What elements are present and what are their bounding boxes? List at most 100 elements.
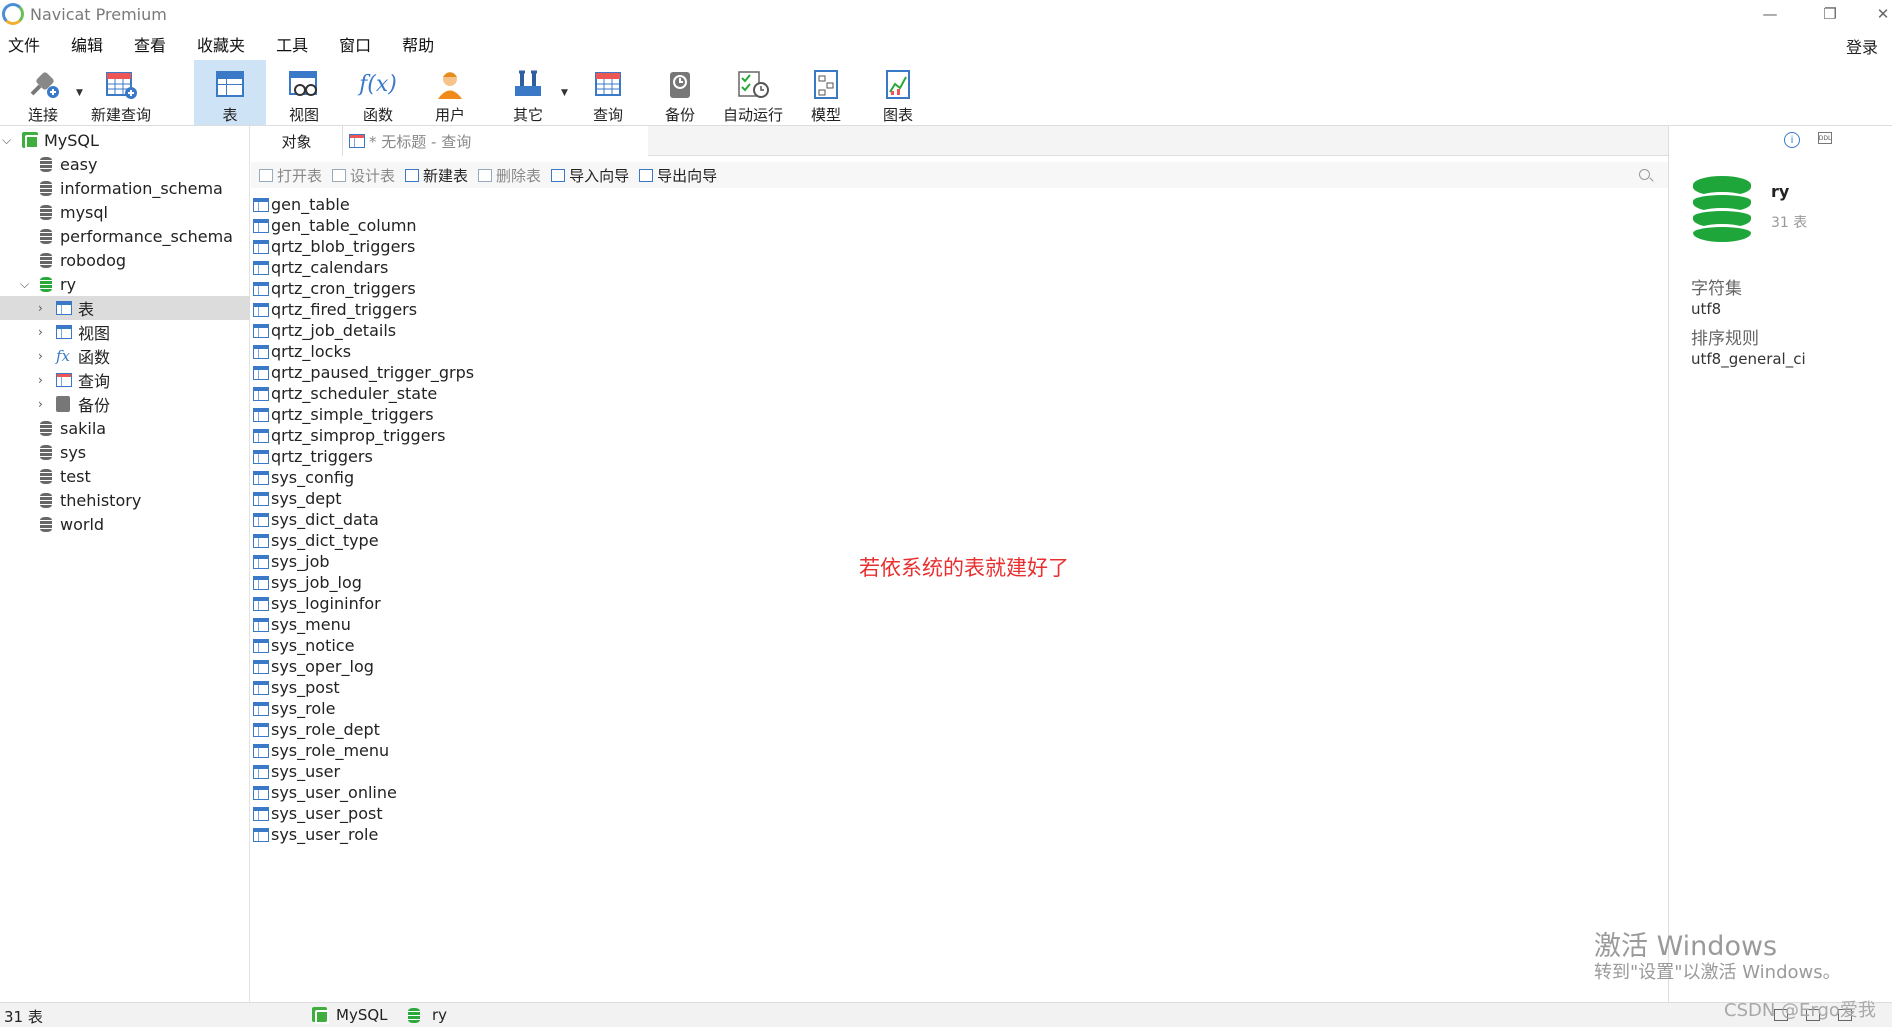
- delete-table-button[interactable]: 删除表: [478, 165, 541, 186]
- chevron-right-icon[interactable]: ›: [38, 397, 43, 411]
- table-row[interactable]: sys_job: [253, 551, 330, 572]
- table-row[interactable]: sys_oper_log: [253, 656, 374, 677]
- tree-db-test[interactable]: test: [0, 464, 250, 488]
- new-query-button[interactable]: 新建查询: [88, 60, 154, 125]
- menu-tools[interactable]: 工具: [264, 32, 320, 56]
- model-tool-button[interactable]: 模型: [800, 60, 852, 125]
- chevron-right-icon[interactable]: ›: [38, 301, 43, 315]
- table-row[interactable]: qrtz_fired_triggers: [253, 299, 417, 320]
- chevron-down-icon[interactable]: ⌵: [20, 277, 29, 292]
- other-dropdown-icon[interactable]: ▼: [561, 88, 568, 98]
- tree-ry-functions[interactable]: › fx 函数: [0, 344, 250, 368]
- table-row[interactable]: gen_table_column: [253, 215, 417, 236]
- mysql-connection-icon: [312, 1007, 329, 1024]
- chevron-right-icon[interactable]: ›: [38, 349, 43, 363]
- connection-dropdown-icon[interactable]: ▼: [76, 88, 83, 98]
- database-icon: [40, 252, 52, 268]
- table-row[interactable]: qrtz_simprop_triggers: [253, 425, 445, 446]
- table-row[interactable]: qrtz_simple_triggers: [253, 404, 434, 425]
- tree-db-sys[interactable]: sys: [0, 440, 250, 464]
- table-row[interactable]: sys_config: [253, 467, 354, 488]
- search-icon[interactable]: [1639, 169, 1650, 180]
- tab-untitled-query[interactable]: * 无标题 - 查询: [343, 126, 648, 156]
- tree-db-world[interactable]: world: [0, 512, 250, 536]
- design-table-button[interactable]: 设计表: [332, 165, 395, 186]
- table-name: qrtz_cron_triggers: [271, 279, 416, 298]
- info-icon[interactable]: i: [1784, 132, 1800, 148]
- table-row[interactable]: sys_job_log: [253, 572, 362, 593]
- table-row[interactable]: qrtz_blob_triggers: [253, 236, 415, 257]
- minimize-icon[interactable]: —: [1745, 0, 1795, 28]
- menu-file[interactable]: 文件: [0, 32, 52, 56]
- table-row[interactable]: qrtz_scheduler_state: [253, 383, 437, 404]
- table-row[interactable]: sys_dept: [253, 488, 342, 509]
- tree-db-performance-schema[interactable]: performance_schema: [0, 224, 250, 248]
- table-row[interactable]: sys_role_dept: [253, 719, 380, 740]
- tree-db-mysql[interactable]: mysql: [0, 200, 250, 224]
- table-icon: [253, 806, 269, 821]
- table-row[interactable]: sys_dict_data: [253, 509, 379, 530]
- tree-ry-queries[interactable]: › 查询: [0, 368, 250, 392]
- tree-db-information-schema[interactable]: information_schema: [0, 176, 250, 200]
- tree-ry-tables[interactable]: › 表: [0, 296, 250, 320]
- tree-db-easy[interactable]: easy: [0, 152, 250, 176]
- login-link[interactable]: 登录: [1846, 34, 1878, 58]
- chevron-down-icon[interactable]: ⌵: [2, 133, 11, 148]
- query-tool-button[interactable]: 查询: [582, 60, 634, 125]
- table-row[interactable]: qrtz_locks: [253, 341, 351, 362]
- table-row[interactable]: sys_user_role: [253, 824, 378, 845]
- import-wizard-button[interactable]: 导入向导: [551, 165, 629, 186]
- menu-help[interactable]: 帮助: [390, 32, 446, 56]
- table-row[interactable]: sys_notice: [253, 635, 354, 656]
- collation-label: 排序规则: [1691, 329, 1759, 349]
- table-tool-button[interactable]: 表: [194, 60, 266, 125]
- table-row[interactable]: sys_role: [253, 698, 335, 719]
- user-tool-button[interactable]: 用户: [424, 60, 476, 125]
- database-icon: [40, 492, 52, 508]
- tab-objects[interactable]: 对象: [251, 126, 343, 156]
- connection-button[interactable]: 连接: [18, 60, 68, 125]
- chart-tool-button[interactable]: 图表: [872, 60, 924, 125]
- table-row[interactable]: sys_logininfor: [253, 593, 381, 614]
- table-row[interactable]: sys_menu: [253, 614, 351, 635]
- ddl-icon[interactable]: DDL: [1818, 132, 1832, 144]
- menu-window[interactable]: 窗口: [327, 32, 383, 56]
- table-row[interactable]: sys_post: [253, 677, 340, 698]
- tree-ry-backups[interactable]: › 备份: [0, 392, 250, 416]
- table-row[interactable]: sys_user_post: [253, 803, 383, 824]
- view-icon: [56, 325, 72, 339]
- menu-favorites[interactable]: 收藏夹: [185, 32, 257, 56]
- tree-connection-mysql[interactable]: ⌵ MySQL: [0, 128, 250, 152]
- table-row[interactable]: sys_dict_type: [253, 530, 379, 551]
- tree-db-ry[interactable]: ⌵ ry: [0, 272, 250, 296]
- export-wizard-button[interactable]: 导出向导: [639, 165, 717, 186]
- table-row[interactable]: qrtz_job_details: [253, 320, 396, 341]
- table-row[interactable]: qrtz_paused_trigger_grps: [253, 362, 474, 383]
- table-row[interactable]: gen_table: [253, 194, 350, 215]
- menu-view[interactable]: 查看: [122, 32, 178, 56]
- restore-icon[interactable]: ❐: [1805, 0, 1855, 28]
- table-row[interactable]: qrtz_triggers: [253, 446, 373, 467]
- tree-db-thehistory[interactable]: thehistory: [0, 488, 250, 512]
- new-table-button[interactable]: 新建表: [405, 165, 468, 186]
- function-tool-button[interactable]: f(x) 函数: [352, 60, 404, 125]
- chevron-right-icon[interactable]: ›: [38, 325, 43, 339]
- view-tool-button[interactable]: 视图: [278, 60, 330, 125]
- close-icon[interactable]: ✕: [1858, 0, 1892, 28]
- windows-activation-hint: 转到"设置"以激活 Windows。: [1594, 962, 1841, 983]
- object-toolbar: 打开表 设计表 新建表 删除表 导入向导 导出向导: [251, 162, 1668, 188]
- tree-ry-views[interactable]: › 视图: [0, 320, 250, 344]
- other-tool-button[interactable]: 其它: [502, 60, 554, 125]
- auto-run-tool-button[interactable]: 自动运行: [720, 60, 786, 125]
- menu-edit[interactable]: 编辑: [59, 32, 115, 56]
- open-table-button[interactable]: 打开表: [259, 165, 322, 186]
- tree-db-sakila[interactable]: sakila: [0, 416, 250, 440]
- table-row[interactable]: sys_user: [253, 761, 340, 782]
- tree-db-robodog[interactable]: robodog: [0, 248, 250, 272]
- table-row[interactable]: qrtz_cron_triggers: [253, 278, 416, 299]
- backup-tool-button[interactable]: 备份: [654, 60, 706, 125]
- table-row[interactable]: qrtz_calendars: [253, 257, 388, 278]
- chevron-right-icon[interactable]: ›: [38, 373, 43, 387]
- table-row[interactable]: sys_role_menu: [253, 740, 389, 761]
- table-row[interactable]: sys_user_online: [253, 782, 397, 803]
